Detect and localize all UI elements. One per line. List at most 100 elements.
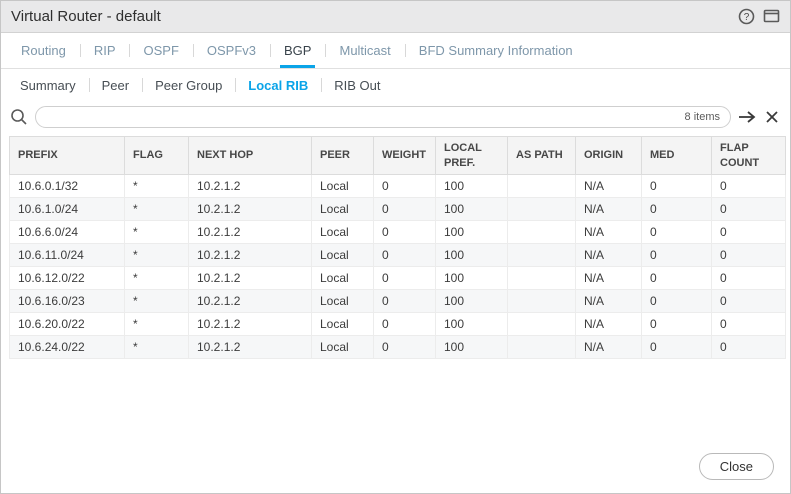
cell-next-hop: 10.2.1.2 [189, 175, 312, 198]
cell-origin: N/A [576, 313, 642, 336]
cell-med: 0 [642, 198, 712, 221]
cell-peer: Local [312, 290, 374, 313]
cell-origin: N/A [576, 244, 642, 267]
tab-ospf[interactable]: OSPF [129, 33, 192, 68]
search-icon[interactable] [10, 108, 28, 126]
prefix-link[interactable]: 10.6.12.0/22 [10, 267, 125, 290]
cell-flap-count: 0 [712, 313, 786, 336]
tab-multicast[interactable]: Multicast [325, 33, 404, 68]
cell-next-hop: 10.2.1.2 [189, 198, 312, 221]
cell-origin: N/A [576, 198, 642, 221]
column-header-weight[interactable]: WEIGHT [374, 137, 436, 175]
cell-as-path [508, 336, 576, 359]
table-row: 10.6.1.0/24*10.2.1.2Local0100N/A00 [10, 198, 786, 221]
cell-peer: Local [312, 198, 374, 221]
cell-med: 0 [642, 175, 712, 198]
tab-rip[interactable]: RIP [80, 33, 130, 68]
primary-tab-bar: RoutingRIPOSPFOSPFv3BGPMulticastBFD Summ… [1, 33, 790, 69]
subtab-summary[interactable]: Summary [7, 69, 89, 101]
table-header-row: PREFIXFLAGNEXT HOPPEERWEIGHTLOCAL PREF.A… [10, 137, 786, 175]
column-header-flag[interactable]: FLAG [125, 137, 189, 175]
cell-origin: N/A [576, 175, 642, 198]
cell-flag: * [125, 336, 189, 359]
cell-as-path [508, 175, 576, 198]
column-header-flap-count[interactable]: FLAP COUNT [712, 137, 786, 175]
prefix-link[interactable]: 10.6.24.0/22 [10, 336, 125, 359]
cell-flap-count: 0 [712, 290, 786, 313]
title-bar: Virtual Router - default ? [1, 1, 790, 33]
cell-weight: 0 [374, 290, 436, 313]
window-icon[interactable] [763, 8, 780, 25]
cell-local-pref: 100 [436, 267, 508, 290]
cell-local-pref: 100 [436, 313, 508, 336]
cell-med: 0 [642, 244, 712, 267]
subtab-peer-group[interactable]: Peer Group [142, 69, 235, 101]
cell-as-path [508, 267, 576, 290]
cell-next-hop: 10.2.1.2 [189, 290, 312, 313]
help-icon[interactable]: ? [738, 8, 755, 25]
cell-flag: * [125, 221, 189, 244]
close-button[interactable]: Close [699, 453, 774, 480]
filter-input[interactable] [46, 110, 677, 124]
cell-next-hop: 10.2.1.2 [189, 221, 312, 244]
cell-next-hop: 10.2.1.2 [189, 336, 312, 359]
cell-as-path [508, 221, 576, 244]
subtab-peer[interactable]: Peer [89, 69, 142, 101]
prefix-link[interactable]: 10.6.11.0/24 [10, 244, 125, 267]
column-header-as-path[interactable]: AS PATH [508, 137, 576, 175]
cell-peer: Local [312, 336, 374, 359]
dialog-title: Virtual Router - default [11, 8, 161, 25]
secondary-tab-bar: SummaryPeerPeer GroupLocal RIBRIB Out [1, 69, 790, 101]
cell-origin: N/A [576, 267, 642, 290]
column-header-peer[interactable]: PEER [312, 137, 374, 175]
tab-ospfv3[interactable]: OSPFv3 [193, 33, 270, 68]
tab-bgp[interactable]: BGP [270, 33, 325, 68]
cell-med: 0 [642, 313, 712, 336]
cell-origin: N/A [576, 336, 642, 359]
items-count: 8 items [685, 111, 720, 123]
cell-flap-count: 0 [712, 336, 786, 359]
cell-peer: Local [312, 175, 374, 198]
table-row: 10.6.16.0/23*10.2.1.2Local0100N/A00 [10, 290, 786, 313]
cell-as-path [508, 198, 576, 221]
clear-filter-icon[interactable] [763, 108, 781, 126]
column-header-prefix[interactable]: PREFIX [10, 137, 125, 175]
tab-bfd-summary-information[interactable]: BFD Summary Information [405, 33, 587, 68]
cell-next-hop: 10.2.1.2 [189, 267, 312, 290]
subtab-local-rib[interactable]: Local RIB [235, 69, 321, 101]
column-header-local-pref[interactable]: LOCAL PREF. [436, 137, 508, 175]
cell-weight: 0 [374, 221, 436, 244]
column-header-next-hop[interactable]: NEXT HOP [189, 137, 312, 175]
prefix-link[interactable]: 10.6.0.1/32 [10, 175, 125, 198]
filter-bar: 8 items [1, 101, 790, 133]
virtual-router-dialog: Virtual Router - default ? RoutingRIPOSP… [0, 0, 791, 494]
tab-routing[interactable]: Routing [7, 33, 80, 68]
cell-flag: * [125, 198, 189, 221]
cell-weight: 0 [374, 313, 436, 336]
cell-med: 0 [642, 290, 712, 313]
cell-flap-count: 0 [712, 175, 786, 198]
column-header-origin[interactable]: ORIGIN [576, 137, 642, 175]
column-header-med[interactable]: MED [642, 137, 712, 175]
prefix-link[interactable]: 10.6.16.0/23 [10, 290, 125, 313]
prefix-link[interactable]: 10.6.20.0/22 [10, 313, 125, 336]
apply-filter-icon[interactable] [738, 108, 756, 126]
cell-local-pref: 100 [436, 290, 508, 313]
cell-flag: * [125, 175, 189, 198]
cell-local-pref: 100 [436, 221, 508, 244]
cell-as-path [508, 313, 576, 336]
table-row: 10.6.11.0/24*10.2.1.2Local0100N/A00 [10, 244, 786, 267]
cell-local-pref: 100 [436, 175, 508, 198]
rib-table-container: PREFIXFLAGNEXT HOPPEERWEIGHTLOCAL PREF.A… [9, 136, 782, 359]
cell-next-hop: 10.2.1.2 [189, 244, 312, 267]
subtab-rib-out[interactable]: RIB Out [321, 69, 393, 101]
cell-flap-count: 0 [712, 221, 786, 244]
cell-flap-count: 0 [712, 198, 786, 221]
prefix-link[interactable]: 10.6.1.0/24 [10, 198, 125, 221]
cell-local-pref: 100 [436, 244, 508, 267]
cell-peer: Local [312, 244, 374, 267]
cell-med: 0 [642, 267, 712, 290]
prefix-link[interactable]: 10.6.6.0/24 [10, 221, 125, 244]
cell-flag: * [125, 267, 189, 290]
cell-peer: Local [312, 221, 374, 244]
